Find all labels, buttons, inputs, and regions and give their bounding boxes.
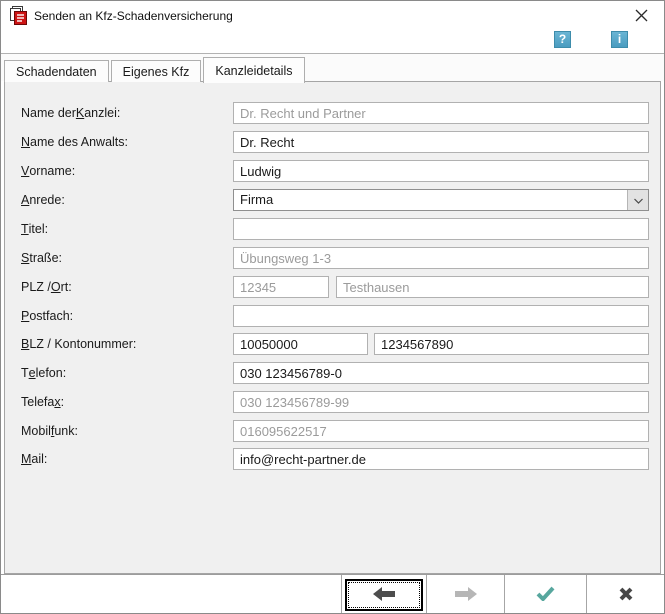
form-row: Telefax: [21,391,649,413]
forward-button [455,587,477,604]
form-row: Titel: [21,218,649,240]
document-stack-icon [8,6,28,26]
vorname-label: Vorname: [21,160,75,182]
telefax-field [233,391,649,413]
tab-kanzleidetails[interactable]: Kanzleidetails [203,57,304,83]
vorname-field[interactable] [233,160,649,182]
form-row: PLZ / Ort: [21,276,649,298]
anwalt-name-label: Name des Anwalts: [21,131,128,153]
tabstrip: Schadendaten Eigenes Kfz Kanzleidetails [4,56,307,82]
telefon-label: Telefon: [21,362,66,384]
anrede-label: Anrede: [21,189,65,211]
mobilfunk-field [233,420,649,442]
window-close-button[interactable] [620,3,662,31]
postfach-field[interactable] [233,305,649,327]
close-icon [635,9,648,25]
tab-label: Eigenes Kfz [123,65,190,79]
titlebar: Senden an Kfz-Schadenversicherung [1,1,664,31]
confirm-button[interactable] [536,586,555,604]
cancel-button[interactable] [619,587,633,604]
titel-field[interactable] [233,218,649,240]
footer-cell [341,575,426,614]
blz-field[interactable] [233,333,368,355]
form-row: Vorname: [21,160,649,182]
form-row: Name der Kanzlei: [21,102,649,124]
strasse-field [233,247,649,269]
blz-konto-label: BLZ / Kontonummer: [21,333,136,355]
mobilfunk-label: Mobilfunk: [21,420,78,442]
form-row: Mobilfunk: [21,420,649,442]
strasse-label: Straße: [21,247,62,269]
tab-label: Schadendaten [16,65,97,79]
kanzlei-name-field [233,102,649,124]
titel-label: Titel: [21,218,48,240]
window-title: Senden an Kfz-Schadenversicherung [34,1,233,31]
footer-button-bar [1,574,664,614]
combobox-dropdown-button[interactable] [627,190,648,210]
kfz-schadenversicherung-dialog: Senden an Kfz-Schadenversicherung ? i Sc… [0,0,665,614]
form-row: Postfach: [21,305,649,327]
footer-cell [504,575,586,614]
telefon-field[interactable] [233,362,649,384]
back-button[interactable] [345,579,423,611]
info-button[interactable]: i [611,31,628,48]
chevron-down-icon [634,191,643,209]
arrow-right-icon [455,587,477,604]
help-button[interactable]: ? [554,31,571,48]
info-icon: i [618,32,621,46]
mail-label: Mail: [21,448,47,470]
anrede-combobox[interactable]: Firma [233,189,649,211]
ort-field [336,276,649,298]
tab-label: Kanzleidetails [215,64,292,78]
form-row: BLZ / Kontonummer: [21,333,649,355]
footer-cell [586,575,664,614]
check-icon [536,586,555,604]
plz-field [233,276,329,298]
tab-schadendaten[interactable]: Schadendaten [4,60,109,82]
kanzlei-name-label: Name der Kanzlei: [21,102,120,124]
plz-ort-label: PLZ / Ort: [21,276,72,298]
kanzleidetails-panel [4,81,661,574]
telefax-label: Telefax: [21,391,64,413]
form-row: Name des Anwalts: [21,131,649,153]
cross-icon [619,587,633,604]
question-mark-icon: ? [559,32,566,46]
anrede-selected-value: Firma [240,190,273,210]
form-row: Mail: [21,448,649,470]
footer-cell [426,575,504,614]
form-row: Straße: [21,247,649,269]
tab-eigenes-kfz[interactable]: Eigenes Kfz [111,60,202,82]
kontonummer-field[interactable] [374,333,649,355]
form-row: Telefon: [21,362,649,384]
anwalt-name-field[interactable] [233,131,649,153]
postfach-label: Postfach: [21,305,73,327]
form-row: Anrede: Firma [21,189,649,211]
mail-field[interactable] [233,448,649,470]
arrow-left-icon [373,587,395,604]
